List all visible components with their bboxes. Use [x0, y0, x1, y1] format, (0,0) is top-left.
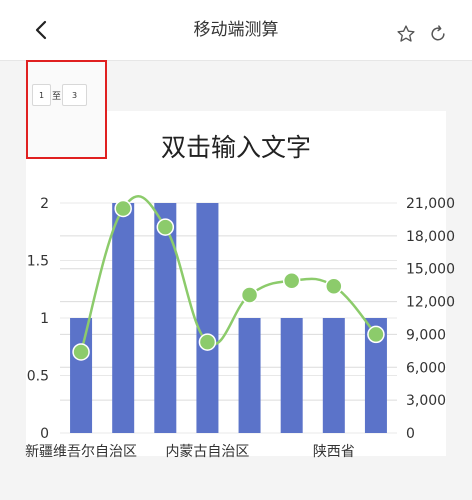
bar: [70, 318, 93, 433]
left-tick-label: 0: [40, 426, 49, 442]
bar: [238, 318, 261, 433]
line-point: [72, 343, 90, 361]
left-tick-label: 0.5: [27, 369, 49, 385]
right-axis: 0 3,000 6,000 9,000 12,000 15,000 18,000 21,000: [406, 196, 455, 442]
right-tick-label: 12,000: [406, 295, 455, 311]
right-tick-label: 3,000: [406, 393, 446, 409]
left-tick-label: 2: [40, 196, 49, 212]
right-tick-label: 0: [406, 426, 415, 442]
left-tick-label: 1: [40, 311, 49, 327]
right-tick-label: 9,000: [406, 327, 446, 343]
bar: [196, 203, 219, 433]
bar: [280, 318, 303, 433]
bar: [322, 318, 345, 433]
line-point: [156, 218, 175, 236]
app-screen: 移动端测算 1 至 3 双击输入文字 0 0.5 1 1.5 2 0 3,000 6,000…: [0, 0, 472, 500]
line-point: [325, 277, 343, 295]
category-label: 陕西省: [313, 444, 355, 460]
right-tick-label: 21,000: [406, 196, 455, 212]
category-label: 新疆维吾尔自治区: [25, 444, 137, 460]
bar: [112, 203, 135, 433]
right-tick-label: 6,000: [406, 360, 446, 376]
line-point: [114, 199, 132, 218]
line-point: [282, 272, 301, 290]
line-point: [198, 333, 217, 351]
combo-chart: 0 0.5 1 1.5 2 0 3,000 6,000 9,000 12,000 15,000 18…: [25, 195, 455, 460]
right-tick-label: 18,000: [406, 229, 455, 245]
line-point: [240, 286, 259, 304]
left-tick-label: 1.5: [27, 254, 49, 270]
line-point: [367, 325, 385, 344]
bar: [154, 203, 177, 433]
category-label: 内蒙古自治区: [165, 444, 249, 460]
left-axis: 0 0.5 1 1.5 2: [27, 196, 49, 442]
right-tick-label: 15,000: [406, 262, 455, 278]
category-axis: 新疆维吾尔自治区 内蒙古自治区 陕西省: [25, 444, 355, 460]
